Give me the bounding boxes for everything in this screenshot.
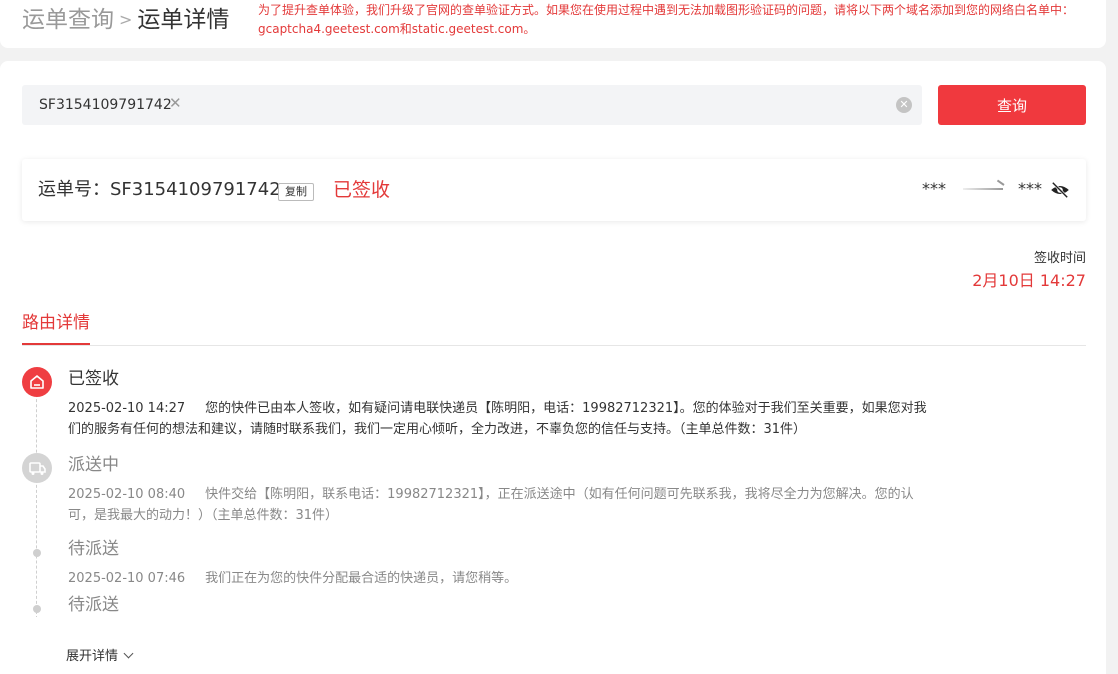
route-arrow-icon — [963, 188, 1003, 190]
timeline-desc: 2025-02-10 14:27 您的快件已由本人签收，如有疑问请电联快递员【陈明… — [68, 398, 938, 440]
timeline-title: 派送中 — [68, 455, 119, 475]
timeline-desc: 2025-02-10 08:40 快件交给【陈明阳，联系电话：1998271232… — [68, 484, 938, 526]
waybill-tag: SF3154109791742 — [39, 97, 172, 113]
origin-city: *** — [922, 179, 946, 198]
expand-label: 展开详情 — [66, 649, 119, 664]
timeline-text: 您的快件已由本人签收，如有疑问请电联快递员【陈明阳，电话：19982712321… — [68, 401, 927, 437]
timeline-title: 待派送 — [68, 595, 119, 615]
main-panel: SF3154109791742 ✕ ✕ 查询 运单号：SF31541097917… — [0, 61, 1106, 674]
timeline-text: 我们正在为您的快件分配最合适的快递员，请您稍等。 — [205, 571, 518, 586]
timeline-time: 2025-02-10 08:40 — [68, 487, 186, 502]
breadcrumb: 运单查询 > 运单详情 — [22, 4, 229, 38]
copy-button[interactable]: 复制 — [278, 183, 314, 201]
remove-tag-icon[interactable]: ✕ — [169, 94, 182, 112]
route-timeline: 已签收 2025-02-10 14:27 您的快件已由本人签收，如有疑问请电联快递… — [22, 359, 942, 617]
signed-house-icon — [22, 367, 52, 397]
tab-route-details[interactable]: 路由详情 — [22, 311, 90, 345]
sign-time-label: 签收时间 — [1033, 251, 1086, 266]
captcha-notice: 为了提升查单体验，我们升级了官网的查单验证方式。如果您在使用过程中遇到无法加载图… — [258, 3, 1075, 36]
clear-icon[interactable]: ✕ — [896, 97, 912, 113]
timeline-title: 已签收 — [68, 369, 119, 389]
top-bar: 运单查询 > 运单详情 为了提升查单体验，我们升级了官网的查单验证方式。如果您在使用… — [0, 0, 1106, 48]
timeline-time: 2025-02-10 07:46 — [68, 571, 186, 586]
sign-time-value: 2月10日 14:27 — [972, 271, 1086, 290]
timeline-text: 快件交给【陈明阳，联系电话：19982712321】，正在派送途中（如有任何问题… — [68, 487, 914, 523]
status-badge: 已签收 — [333, 179, 391, 201]
tab-divider — [22, 345, 1086, 346]
timeline-line — [36, 379, 37, 617]
delivery-truck-icon — [22, 453, 52, 483]
timeline-title: 待派送 — [68, 539, 119, 559]
waybill-card: 运单号：SF3154109791742 复制 已签收 *** *** — [22, 159, 1086, 221]
timeline-time: 2025-02-10 14:27 — [68, 401, 186, 416]
waybill-number: 运单号：SF3154109791742 — [38, 179, 281, 200]
eye-off-icon[interactable] — [1050, 182, 1070, 198]
query-button[interactable]: 查询 — [938, 85, 1086, 125]
destination-city: *** — [1018, 179, 1042, 198]
breadcrumb-separator: > — [119, 10, 133, 29]
chevron-down-icon — [123, 648, 134, 659]
expand-details-button[interactable]: 展开详情 — [66, 648, 134, 666]
waybill-search-input[interactable]: SF3154109791742 ✕ ✕ — [22, 85, 922, 125]
page-title: 运单详情 — [137, 7, 230, 33]
timeline-desc: 2025-02-10 07:46 我们正在为您的快件分配最合适的快递员，请您稍等。 — [68, 568, 938, 589]
timeline-dot — [33, 549, 41, 557]
timeline-dot — [33, 605, 41, 613]
breadcrumb-parent[interactable]: 运单查询 — [22, 7, 114, 33]
